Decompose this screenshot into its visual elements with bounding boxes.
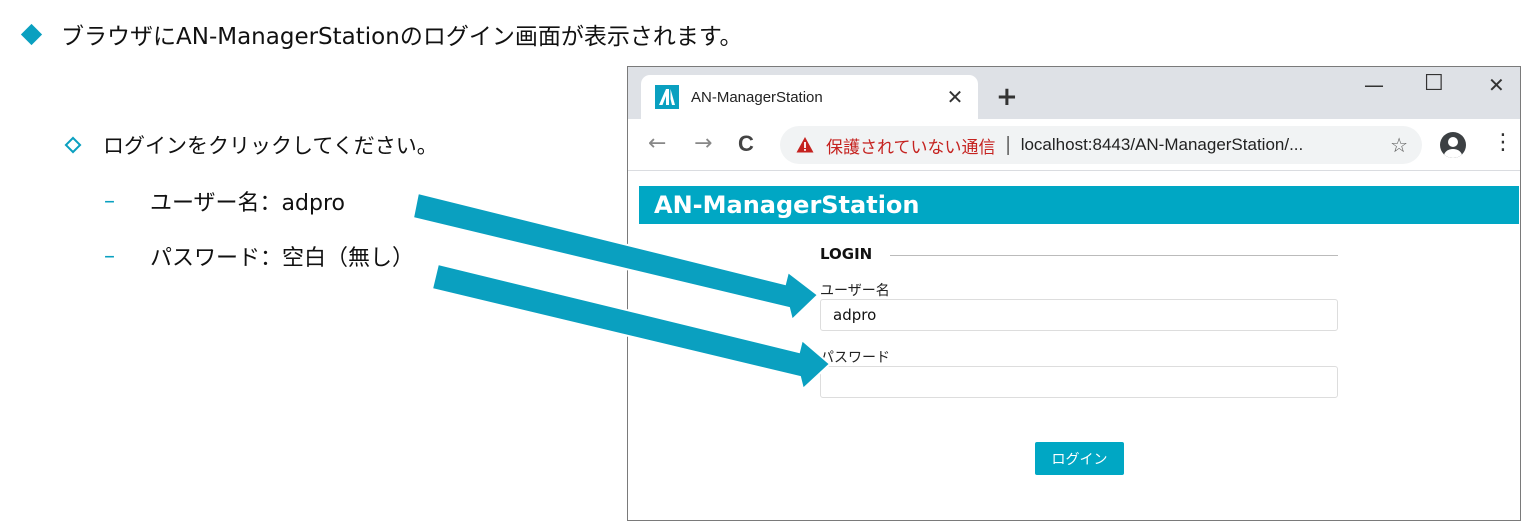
annotation-arrows — [411, 191, 832, 391]
arrow-pointer-icon — [411, 191, 820, 322]
